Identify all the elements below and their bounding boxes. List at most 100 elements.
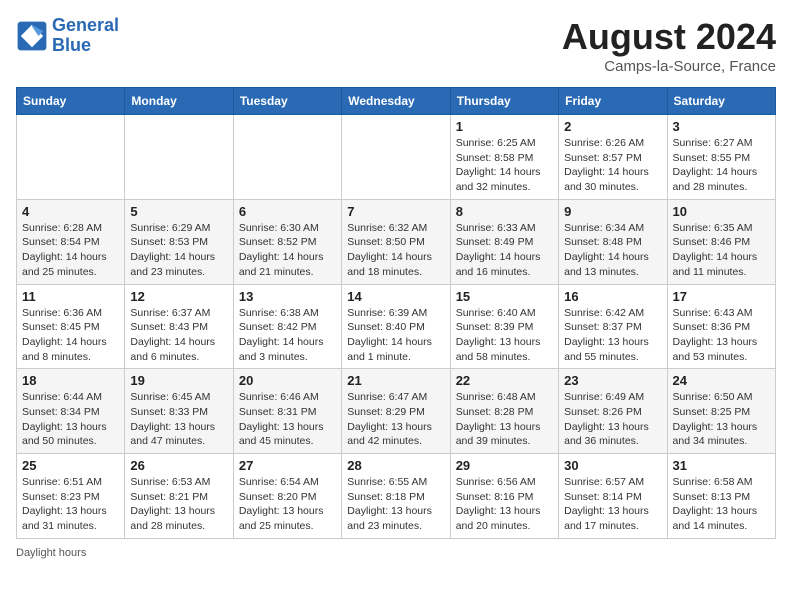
day-info: Sunrise: 6:57 AM Sunset: 8:14 PM Dayligh…: [564, 475, 661, 534]
day-info: Sunrise: 6:39 AM Sunset: 8:40 PM Dayligh…: [347, 306, 444, 365]
dow-header-wednesday: Wednesday: [342, 88, 450, 115]
calendar-cell: 5 Sunrise: 6:29 AM Sunset: 8:53 PM Daylig…: [125, 199, 233, 284]
dow-header-friday: Friday: [559, 88, 667, 115]
week-row-4: 18 Sunrise: 6:44 AM Sunset: 8:34 PM Dayli…: [17, 369, 776, 454]
logo-text: General Blue: [52, 16, 119, 56]
day-info: Sunrise: 6:43 AM Sunset: 8:36 PM Dayligh…: [673, 306, 770, 365]
day-number: 26: [130, 458, 227, 473]
calendar-cell: 27Sunrise: 6:54 AM Sunset: 8:20 PM Dayli…: [233, 454, 341, 539]
day-number: 6: [239, 204, 336, 219]
day-number: 28: [347, 458, 444, 473]
calendar-cell: 15 Sunrise: 6:40 AM Sunset: 8:39 PM Dayli…: [450, 284, 558, 369]
calendar: SundayMondayTuesdayWednesdayThursdayFrid…: [16, 87, 776, 539]
day-number: 1: [456, 119, 553, 134]
day-info: Sunrise: 6:37 AM Sunset: 8:43 PM Dayligh…: [130, 306, 227, 365]
day-info: Sunrise: 6:53 AM Sunset: 8:21 PM Dayligh…: [130, 475, 227, 534]
calendar-cell: 28 Sunrise: 6:55 AM Sunset: 8:18 PM Dayli…: [342, 454, 450, 539]
day-number: 2: [564, 119, 661, 134]
day-number: 24: [673, 373, 770, 388]
calendar-cell: 4Sunrise: 6:28 AM Sunset: 8:54 PM Daylig…: [17, 199, 125, 284]
day-number: 10: [673, 204, 770, 219]
calendar-cell: 10Sunrise: 6:35 AM Sunset: 8:46 PM Dayli…: [667, 199, 775, 284]
day-number: 8: [456, 204, 553, 219]
dow-header-monday: Monday: [125, 88, 233, 115]
day-info: Sunrise: 6:55 AM Sunset: 8:18 PM Dayligh…: [347, 475, 444, 534]
day-info: Sunrise: 6:33 AM Sunset: 8:49 PM Dayligh…: [456, 221, 553, 280]
day-info: Sunrise: 6:51 AM Sunset: 8:23 PM Dayligh…: [22, 475, 119, 534]
day-number: 5: [130, 204, 227, 219]
calendar-cell: 3 Sunrise: 6:27 AM Sunset: 8:55 PM Daylig…: [667, 115, 775, 200]
day-info: Sunrise: 6:58 AM Sunset: 8:13 PM Dayligh…: [673, 475, 770, 534]
day-number: 11: [22, 289, 119, 304]
day-number: 9: [564, 204, 661, 219]
calendar-cell: [17, 115, 125, 200]
day-number: 17: [673, 289, 770, 304]
calendar-cell: 19Sunrise: 6:45 AM Sunset: 8:33 PM Dayli…: [125, 369, 233, 454]
day-info: Sunrise: 6:36 AM Sunset: 8:45 PM Dayligh…: [22, 306, 119, 365]
calendar-cell: 23 Sunrise: 6:49 AM Sunset: 8:26 PM Dayli…: [559, 369, 667, 454]
day-number: 15: [456, 289, 553, 304]
calendar-cell: 25 Sunrise: 6:51 AM Sunset: 8:23 PM Dayli…: [17, 454, 125, 539]
calendar-body: 1Sunrise: 6:25 AM Sunset: 8:58 PM Daylig…: [17, 115, 776, 539]
calendar-cell: [342, 115, 450, 200]
calendar-cell: 11 Sunrise: 6:36 AM Sunset: 8:45 PM Dayli…: [17, 284, 125, 369]
logo-icon: [16, 20, 48, 52]
calendar-cell: 29Sunrise: 6:56 AM Sunset: 8:16 PM Dayli…: [450, 454, 558, 539]
day-info: Sunrise: 6:27 AM Sunset: 8:55 PM Dayligh…: [673, 136, 770, 195]
header: General Blue August 2024 Camps-la-Source…: [16, 16, 776, 75]
day-info: Sunrise: 6:29 AM Sunset: 8:53 PM Dayligh…: [130, 221, 227, 280]
day-number: 18: [22, 373, 119, 388]
day-number: 19: [130, 373, 227, 388]
day-info: Sunrise: 6:46 AM Sunset: 8:31 PM Dayligh…: [239, 390, 336, 449]
calendar-cell: 6 Sunrise: 6:30 AM Sunset: 8:52 PM Daylig…: [233, 199, 341, 284]
day-info: Sunrise: 6:47 AM Sunset: 8:29 PM Dayligh…: [347, 390, 444, 449]
week-row-5: 25 Sunrise: 6:51 AM Sunset: 8:23 PM Dayli…: [17, 454, 776, 539]
day-info: Sunrise: 6:30 AM Sunset: 8:52 PM Dayligh…: [239, 221, 336, 280]
day-info: Sunrise: 6:40 AM Sunset: 8:39 PM Dayligh…: [456, 306, 553, 365]
location: Camps-la-Source, France: [562, 58, 776, 75]
dow-header-thursday: Thursday: [450, 88, 558, 115]
day-info: Sunrise: 6:26 AM Sunset: 8:57 PM Dayligh…: [564, 136, 661, 195]
calendar-cell: 30Sunrise: 6:57 AM Sunset: 8:14 PM Dayli…: [559, 454, 667, 539]
day-number: 23: [564, 373, 661, 388]
days-of-week-row: SundayMondayTuesdayWednesdayThursdayFrid…: [17, 88, 776, 115]
day-number: 7: [347, 204, 444, 219]
week-row-3: 11 Sunrise: 6:36 AM Sunset: 8:45 PM Dayli…: [17, 284, 776, 369]
day-info: Sunrise: 6:49 AM Sunset: 8:26 PM Dayligh…: [564, 390, 661, 449]
calendar-cell: 9 Sunrise: 6:34 AM Sunset: 8:48 PM Daylig…: [559, 199, 667, 284]
footer: Daylight hours: [16, 547, 776, 559]
calendar-cell: 2 Sunrise: 6:26 AM Sunset: 8:57 PM Daylig…: [559, 115, 667, 200]
calendar-cell: [233, 115, 341, 200]
day-info: Sunrise: 6:32 AM Sunset: 8:50 PM Dayligh…: [347, 221, 444, 280]
calendar-cell: 14 Sunrise: 6:39 AM Sunset: 8:40 PM Dayli…: [342, 284, 450, 369]
day-number: 3: [673, 119, 770, 134]
day-info: Sunrise: 6:44 AM Sunset: 8:34 PM Dayligh…: [22, 390, 119, 449]
dow-header-sunday: Sunday: [17, 88, 125, 115]
day-number: 20: [239, 373, 336, 388]
calendar-cell: 12 Sunrise: 6:37 AM Sunset: 8:43 PM Dayli…: [125, 284, 233, 369]
calendar-cell: 16Sunrise: 6:42 AM Sunset: 8:37 PM Dayli…: [559, 284, 667, 369]
logo: General Blue: [16, 16, 119, 56]
day-number: 12: [130, 289, 227, 304]
day-number: 14: [347, 289, 444, 304]
week-row-2: 4Sunrise: 6:28 AM Sunset: 8:54 PM Daylig…: [17, 199, 776, 284]
calendar-cell: 8 Sunrise: 6:33 AM Sunset: 8:49 PM Daylig…: [450, 199, 558, 284]
day-info: Sunrise: 6:42 AM Sunset: 8:37 PM Dayligh…: [564, 306, 661, 365]
calendar-cell: 20 Sunrise: 6:46 AM Sunset: 8:31 PM Dayli…: [233, 369, 341, 454]
calendar-cell: 31Sunrise: 6:58 AM Sunset: 8:13 PM Dayli…: [667, 454, 775, 539]
day-info: Sunrise: 6:56 AM Sunset: 8:16 PM Dayligh…: [456, 475, 553, 534]
calendar-cell: 21Sunrise: 6:47 AM Sunset: 8:29 PM Dayli…: [342, 369, 450, 454]
day-number: 25: [22, 458, 119, 473]
calendar-cell: 1Sunrise: 6:25 AM Sunset: 8:58 PM Daylig…: [450, 115, 558, 200]
day-info: Sunrise: 6:54 AM Sunset: 8:20 PM Dayligh…: [239, 475, 336, 534]
calendar-cell: 24Sunrise: 6:50 AM Sunset: 8:25 PM Dayli…: [667, 369, 775, 454]
daylight-label: Daylight hours: [16, 547, 86, 559]
calendar-cell: 7 Sunrise: 6:32 AM Sunset: 8:50 PM Daylig…: [342, 199, 450, 284]
calendar-cell: 18 Sunrise: 6:44 AM Sunset: 8:34 PM Dayli…: [17, 369, 125, 454]
day-info: Sunrise: 6:48 AM Sunset: 8:28 PM Dayligh…: [456, 390, 553, 449]
logo-line1: General: [52, 16, 119, 36]
day-number: 4: [22, 204, 119, 219]
day-info: Sunrise: 6:34 AM Sunset: 8:48 PM Dayligh…: [564, 221, 661, 280]
calendar-cell: 26 Sunrise: 6:53 AM Sunset: 8:21 PM Dayli…: [125, 454, 233, 539]
calendar-cell: 22Sunrise: 6:48 AM Sunset: 8:28 PM Dayli…: [450, 369, 558, 454]
